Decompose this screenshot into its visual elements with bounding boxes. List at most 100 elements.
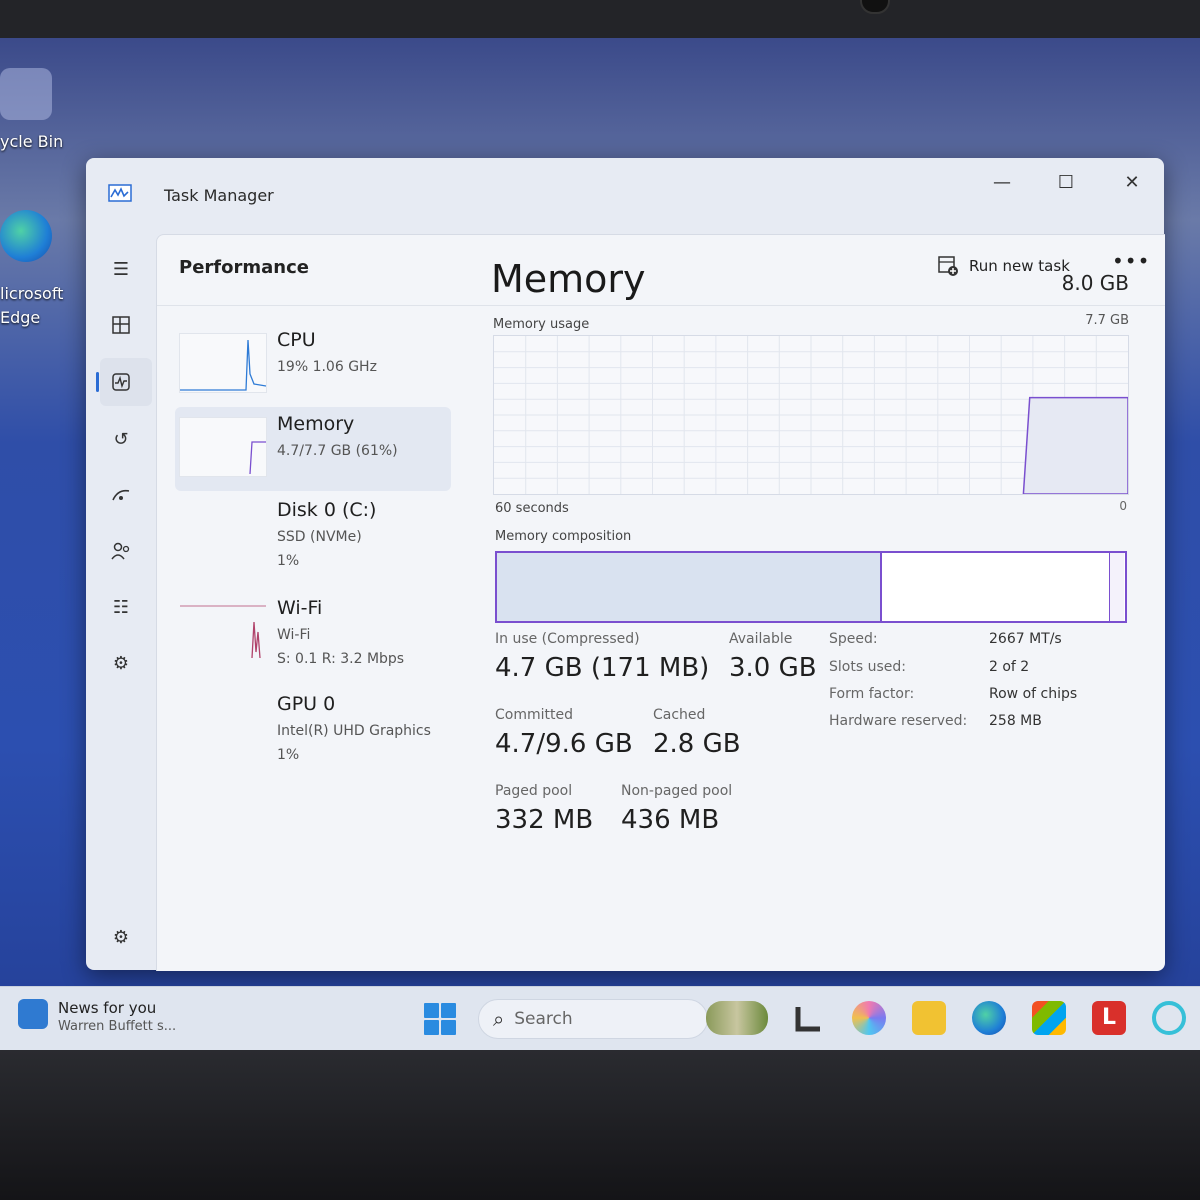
memory-usage-area [1022, 396, 1129, 495]
maximize-icon: ☐ [1057, 172, 1075, 193]
nav-app-history-icon[interactable]: ↺ [106, 424, 136, 454]
recycle-bin-icon [0, 68, 52, 120]
edge-icon [0, 210, 52, 262]
resource-name: Wi-Fi [277, 597, 323, 619]
edge-taskbar-icon[interactable] [972, 1001, 1006, 1035]
cortana-ring-icon[interactable] [1152, 1001, 1186, 1035]
run-new-task-button[interactable]: Run new task [937, 251, 1070, 281]
taskbar-app-l-icon[interactable] [792, 1001, 826, 1035]
cpu-mini-graph [179, 333, 267, 393]
performance-panel: Performance Run new task ••• CPU 19% 1.0… [156, 234, 1165, 971]
nav-users-icon[interactable] [106, 536, 136, 566]
search-icon: ⌕ [493, 1007, 505, 1031]
resource-memory[interactable]: Memory 4.7/7.7 GB (61%) [175, 407, 451, 491]
spec-key: Hardware reserved: [829, 713, 968, 729]
resource-detail: Intel(R) UHD Graphics [277, 723, 431, 739]
memory-mini-graph [179, 417, 267, 477]
resource-wifi[interactable]: Wi-Fi Wi-Fi S: 0.1 R: 3.2 Mbps [175, 591, 451, 675]
composition-free-segment [1109, 553, 1125, 621]
spec-value: 258 MB [989, 713, 1042, 729]
resource-name: Disk 0 (C:) [277, 499, 377, 521]
detail-title: Memory [491, 257, 646, 301]
task-manager-logo-icon [108, 184, 132, 202]
maximize-button[interactable]: ☐ [1046, 166, 1086, 200]
resource-detail: 19% 1.06 GHz [277, 359, 377, 375]
minimize-button[interactable]: — [982, 166, 1022, 200]
news-widget[interactable]: News for you Warren Buffett s... [18, 999, 176, 1034]
resource-detail: 1% [277, 747, 300, 763]
settings-gear-icon[interactable]: ⚙ [106, 922, 136, 952]
webcam [860, 0, 890, 14]
resource-detail: SSD (NVMe) [277, 529, 362, 545]
file-explorer-icon[interactable] [912, 1001, 946, 1035]
desktop-icon-recycle-bin[interactable]: ycle Bin [0, 68, 63, 151]
nav-startup-apps-icon[interactable] [106, 480, 136, 510]
spec-value: 2667 MT/s [989, 631, 1062, 647]
spec-value: Row of chips [989, 686, 1078, 702]
desktop-icon-label: ycle Bin [0, 132, 64, 151]
panel-divider [157, 305, 1165, 306]
committed-label: Committed [495, 707, 573, 723]
close-button[interactable]: ✕ [1112, 166, 1152, 200]
in-use-value: 4.7 GB (171 MB) [495, 653, 710, 683]
copilot-icon[interactable] [852, 1001, 886, 1035]
news-icon [18, 999, 48, 1029]
resource-detail: Wi-Fi [277, 627, 311, 643]
resource-cpu[interactable]: CPU 19% 1.06 GHz [175, 323, 451, 407]
laptop-bezel-bottom [0, 1050, 1200, 1200]
paged-pool-value: 332 MB [495, 805, 594, 835]
close-icon: ✕ [1124, 172, 1140, 193]
spec-key: Slots used: [829, 659, 906, 675]
cached-label: Cached [653, 707, 706, 723]
nav-services-icon[interactable]: ⚙ [106, 648, 136, 678]
wifi-mini-graph [179, 601, 267, 661]
nav-rail: ☰ ↺ ☷ ⚙ ⚙ [86, 238, 156, 970]
nav-active-indicator [96, 372, 99, 392]
composition-in-use-segment [497, 553, 883, 621]
more-options-icon[interactable]: ••• [1112, 249, 1150, 273]
news-title: News for you [58, 999, 157, 1017]
microsoft-store-icon[interactable] [1032, 1001, 1066, 1035]
memory-usage-graph [493, 335, 1129, 495]
task-manager-window: Task Manager — ☐ ✕ ☰ ↺ ☷ ⚙ ⚙ Performance… [86, 158, 1165, 971]
search-highlight-icon[interactable] [706, 1001, 768, 1035]
run-new-task-label: Run new task [969, 257, 1070, 275]
resource-detail: S: 0.1 R: 3.2 Mbps [277, 651, 405, 667]
nav-performance-icon[interactable] [106, 367, 136, 397]
memory-usage-label: Memory usage [493, 317, 590, 332]
nav-details-icon[interactable]: ☷ [106, 592, 136, 622]
nav-processes-icon[interactable] [106, 310, 136, 340]
lenovo-app-icon[interactable]: L [1092, 1001, 1126, 1035]
committed-value: 4.7/9.6 GB [495, 729, 633, 759]
spec-value: 2 of 2 [989, 659, 1030, 675]
in-use-label: In use (Compressed) [495, 631, 640, 647]
non-paged-pool-label: Non-paged pool [621, 783, 733, 799]
news-headline: Warren Buffett s... [58, 1019, 177, 1034]
graph-zero-label: 0 [1119, 499, 1127, 513]
resource-gpu[interactable]: GPU 0 Intel(R) UHD Graphics 1% [175, 687, 451, 771]
spec-key: Form factor: [829, 686, 915, 702]
available-label: Available [729, 631, 793, 647]
memory-composition-bar [495, 551, 1127, 623]
taskbar: News for you Warren Buffett s... ⌕ Searc… [0, 986, 1200, 1050]
start-button[interactable] [424, 1003, 456, 1035]
resource-detail: 1% [277, 553, 300, 569]
resource-name: Memory [277, 413, 355, 435]
hamburger-menu-icon[interactable]: ☰ [106, 254, 136, 284]
paged-pool-label: Paged pool [495, 783, 573, 799]
window-title: Task Manager [164, 186, 274, 205]
desktop-icon-label: licrosoft Edge [0, 284, 64, 327]
available-value: 3.0 GB [729, 653, 817, 683]
disk-mini-graph [179, 503, 267, 563]
memory-total: 8.0 GB [1061, 271, 1129, 295]
windows-logo-icon [424, 1003, 439, 1018]
desktop-icon-edge[interactable]: licrosoft Edge [0, 210, 63, 330]
taskbar-search-box[interactable]: ⌕ Search [478, 999, 708, 1039]
search-placeholder: Search [514, 1009, 573, 1029]
spec-key: Speed: [829, 631, 878, 647]
resource-detail: 4.7/7.7 GB (61%) [277, 443, 398, 459]
graph-time-span: 60 seconds [495, 501, 569, 516]
memory-usage-max: 7.7 GB [1085, 313, 1129, 328]
resource-disk[interactable]: Disk 0 (C:) SSD (NVMe) 1% [175, 493, 451, 577]
memory-composition-label: Memory composition [495, 529, 632, 544]
